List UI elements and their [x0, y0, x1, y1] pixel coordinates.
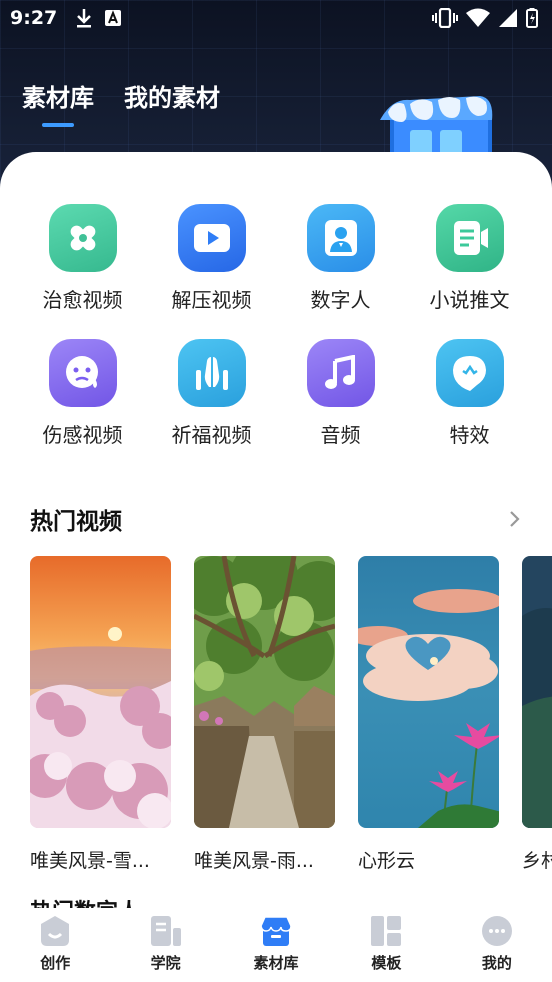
- category-effects[interactable]: 特效: [405, 339, 534, 448]
- nav-create[interactable]: 创作: [0, 908, 110, 982]
- category-sad-video[interactable]: 伤感视频: [18, 339, 147, 448]
- sparkle-tag-icon: [435, 339, 504, 407]
- nav-templates[interactable]: 模板: [331, 908, 441, 982]
- category-grid: 治愈视频 解压视频 数字人 小说推文 伤感视频 祈福视频 音频 特效: [0, 204, 552, 448]
- video-card[interactable]: 唯美风景-雪...: [30, 556, 171, 873]
- music-note-icon: [306, 339, 375, 407]
- category-label: 特效: [449, 423, 490, 447]
- category-label: 伤感视频: [42, 423, 123, 447]
- category-label: 治愈视频: [42, 288, 123, 312]
- content-sheet: 治愈视频 解压视频 数字人 小说推文 伤感视频 祈福视频 音频 特效 热门视频 …: [0, 152, 552, 912]
- person-icon: [306, 204, 375, 272]
- video-card[interactable]: 心形云: [358, 556, 499, 873]
- download-icon: [77, 9, 92, 28]
- video-title: 唯美风景-雪...: [30, 850, 150, 872]
- chevron-right-icon[interactable]: [508, 509, 522, 529]
- nav-label: 学院: [150, 954, 181, 972]
- video-title: 唯美风景-雨...: [194, 850, 314, 872]
- bottom-nav: 创作 学院 素材库 模板 我的: [0, 908, 552, 982]
- nav-label: 素材库: [253, 954, 299, 972]
- category-blessing-video[interactable]: 祈福视频: [147, 339, 276, 448]
- document-icon: [435, 204, 504, 272]
- video-thumbnail-rain: [194, 556, 335, 828]
- hot-videos-header: 热门视频: [30, 502, 522, 536]
- video-card[interactable]: 唯美风景-雨...: [194, 556, 335, 873]
- nav-label: 我的: [481, 954, 512, 972]
- nav-material-library[interactable]: 素材库: [221, 908, 331, 982]
- battery-icon: [526, 8, 538, 28]
- praying-hands-icon: [177, 339, 246, 407]
- template-icon: [371, 916, 402, 946]
- play-icon: [177, 204, 246, 272]
- create-icon: [41, 916, 70, 946]
- category-novel-promo[interactable]: 小说推文: [405, 204, 534, 313]
- vibrate-icon: [432, 8, 458, 28]
- hot-videos-title: 热门视频: [30, 509, 122, 535]
- status-time: 9:27: [10, 7, 58, 29]
- academy-icon: [150, 916, 181, 946]
- status-bar: 9:27: [0, 0, 552, 36]
- category-digital-human[interactable]: 数字人: [276, 204, 405, 313]
- category-stress-relief-video[interactable]: 解压视频: [147, 204, 276, 313]
- video-thumbnail-village: [522, 556, 552, 828]
- nav-academy[interactable]: 学院: [110, 908, 220, 982]
- shop-icon: [260, 916, 292, 946]
- nav-profile[interactable]: 我的: [442, 908, 552, 982]
- video-thumbnail-heart-cloud: [358, 556, 499, 828]
- category-healing-video[interactable]: 治愈视频: [18, 204, 147, 313]
- wifi-icon: [466, 8, 490, 27]
- nav-label: 创作: [40, 954, 71, 972]
- bandage-icon: [48, 204, 117, 272]
- category-label: 小说推文: [429, 288, 510, 312]
- video-card[interactable]: 乡村: [522, 556, 552, 873]
- font-a-icon: [105, 10, 122, 26]
- tab-my-materials[interactable]: 我的素材: [124, 78, 220, 113]
- hot-videos-list: 唯美风景-雪... 唯美风景-雨... 心形云 乡: [30, 556, 552, 873]
- profile-icon: [481, 916, 512, 946]
- video-thumbnail-snow: [30, 556, 171, 828]
- category-audio[interactable]: 音频: [276, 339, 405, 448]
- signal-icon: [499, 9, 517, 27]
- category-label: 祈福视频: [171, 423, 252, 447]
- category-label: 数字人: [310, 288, 371, 312]
- tab-material-library[interactable]: 素材库: [22, 78, 94, 127]
- video-title: 心形云: [358, 850, 416, 872]
- category-label: 音频: [320, 423, 361, 447]
- category-label: 解压视频: [171, 288, 252, 312]
- video-title: 乡村: [522, 850, 552, 872]
- top-tabs: 素材库 我的素材: [22, 78, 220, 127]
- nav-label: 模板: [371, 954, 402, 972]
- sad-face-icon: [48, 339, 117, 407]
